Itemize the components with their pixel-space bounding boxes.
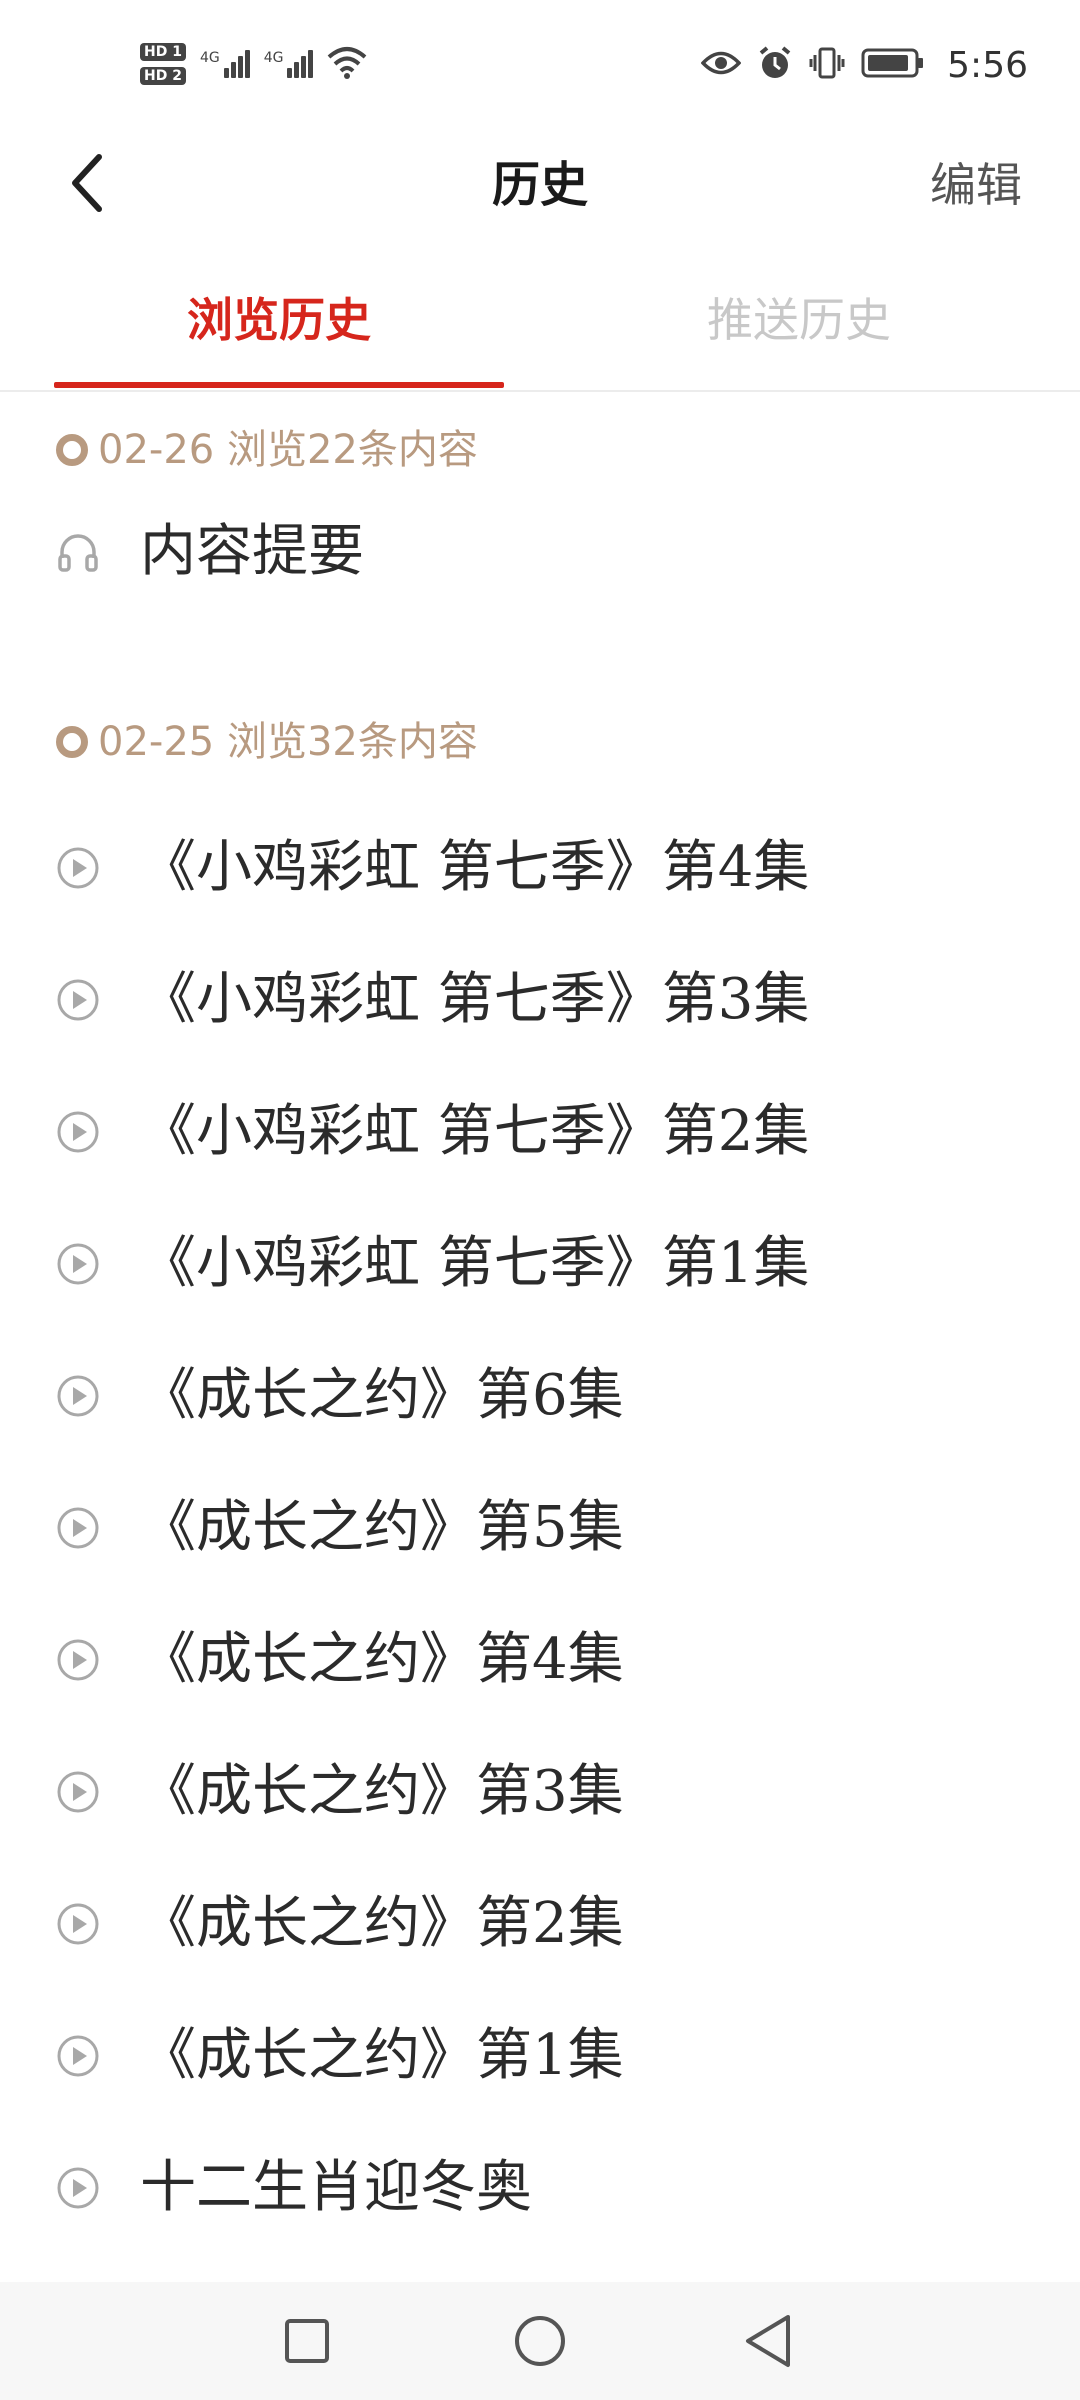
active-tab-indicator [54,382,504,388]
group-header: 02-25 浏览32条内容 [56,717,478,767]
headphones-icon [56,530,100,574]
tab-push-history[interactable]: 推送历史 [574,290,1024,350]
ring-icon [56,726,88,758]
page-title: 历史 [491,157,588,213]
group-date-label: 02-25 浏览32条内容 [98,719,478,765]
battery-icon [861,47,925,83]
list-item[interactable]: 《成长之约》第1集 [56,2016,624,2096]
group-date-label: 02-26 浏览22条内容 [98,427,478,473]
list-item[interactable]: 《成长之约》第3集 [56,1752,624,1832]
play-circle-icon [56,1506,100,1550]
list-item-label: 《小鸡彩虹 第七季》第2集 [140,1099,810,1164]
list-item[interactable]: 内容提要 [56,512,364,592]
sim-badges: HD 1 HD 2 [140,43,186,85]
tab-browse-history[interactable]: 浏览历史 [54,290,504,350]
status-bar-left: HD 1 HD 2 4G 4G [140,32,367,96]
list-item-label: 《成长之约》第4集 [140,1627,624,1692]
play-circle-icon [56,1638,100,1682]
triangle-back-icon [742,2313,794,2373]
play-circle-icon [56,1242,100,1286]
sim1-network-label: 4G [199,50,220,66]
list-item[interactable]: 《小鸡彩虹 第七季》第1集 [56,1224,809,1304]
list-item-label: 十二生肖迎冬奥 [140,2155,532,2220]
edit-button[interactable]: 编辑 [930,150,1022,220]
sim2-network-label: 4G [263,50,284,66]
list-item-label: 内容提要 [140,519,364,584]
list-item-label: 《成长之约》第1集 [140,2023,624,2088]
alarm-icon [757,45,793,85]
play-circle-icon [56,2034,100,2078]
list-item[interactable]: 《成长之约》第2集 [56,1884,624,1964]
group-header: 02-26 浏览22条内容 [56,425,478,475]
back-nav-button[interactable] [733,2308,803,2378]
square-icon [282,2316,332,2370]
list-item-label: 《小鸡彩虹 第七季》第3集 [140,967,810,1032]
status-bar-right: 5:56 [700,40,1028,90]
list-item-label: 《小鸡彩虹 第七季》第4集 [140,835,810,900]
list-item-label: 《成长之约》第6集 [140,1363,624,1428]
list-item-label: 《成长之约》第3集 [140,1759,624,1824]
list-item-label: 《小鸡彩虹 第七季》第1集 [140,1231,810,1296]
list-item[interactable]: 《成长之约》第4集 [56,1620,624,1700]
play-circle-icon [56,1770,100,1814]
nav-header: 历史 编辑 [0,130,1080,240]
recents-button[interactable] [272,2308,342,2378]
vibrate-icon [809,46,845,84]
home-button[interactable] [505,2308,575,2378]
status-bar: HD 1 HD 2 4G 4G 5:56 [0,0,1080,130]
list-item[interactable]: 《小鸡彩虹 第七季》第3集 [56,960,809,1040]
sim1-signal-icon: 4G [200,50,250,78]
clock: 5:56 [947,44,1028,86]
tab-bar: 浏览历史 推送历史 [0,270,1080,392]
list-item[interactable]: 十二生肖迎冬奥 [56,2148,532,2228]
ring-icon [56,434,88,466]
list-item[interactable]: 《小鸡彩虹 第七季》第4集 [56,828,809,908]
play-circle-icon [56,1110,100,1154]
circle-icon [512,2313,568,2373]
play-circle-icon [56,1902,100,1946]
eye-icon [700,50,742,80]
sim1-hd-badge: HD 1 [140,43,186,61]
play-circle-icon [56,846,100,890]
play-circle-icon [56,2166,100,2210]
list-item-label: 《成长之约》第2集 [140,1891,624,1956]
list-item[interactable]: 《成长之约》第5集 [56,1488,624,1568]
list-item[interactable]: 《成长之约》第6集 [56,1356,624,1436]
system-navigation-bar [0,2282,1080,2400]
sim2-signal-icon: 4G [264,50,314,78]
list-item[interactable]: 《小鸡彩虹 第七季》第2集 [56,1092,809,1172]
play-circle-icon [56,978,100,1022]
sim2-hd-badge: HD 2 [140,67,186,85]
list-item-label: 《成长之约》第5集 [140,1495,624,1560]
wifi-icon [327,45,367,83]
play-circle-icon [56,1374,100,1418]
